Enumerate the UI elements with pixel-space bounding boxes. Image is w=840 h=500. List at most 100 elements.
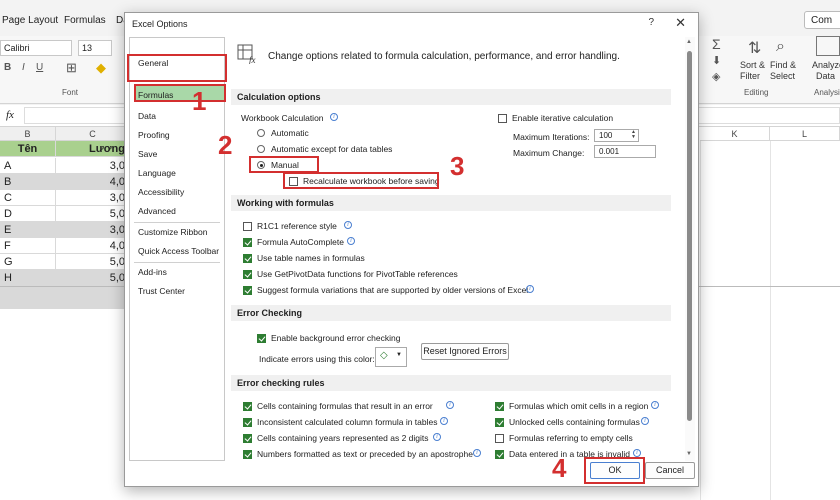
error-rule-checkbox[interactable] — [495, 434, 504, 443]
category-trust-center[interactable]: Trust Center — [138, 286, 185, 296]
table-cell-value[interactable]: 5,0 — [56, 206, 130, 222]
clear-icon[interactable]: ◈ — [712, 70, 720, 83]
max-change-input[interactable]: 0.001 — [594, 145, 656, 158]
header-cell-ten[interactable]: Tên — [0, 141, 56, 157]
find-icon[interactable]: ⌕ — [776, 38, 785, 56]
col-header-k[interactable]: K — [700, 127, 770, 141]
sort-filter-label[interactable]: Sort & — [740, 60, 765, 70]
category-data[interactable]: Data — [138, 111, 156, 121]
info-icon[interactable]: i — [440, 417, 448, 425]
error-rule-checkbox[interactable] — [243, 402, 252, 411]
comments-button[interactable]: Com — [804, 11, 840, 29]
table-cell-value[interactable]: 3,0 — [56, 222, 130, 238]
category-quick-access-toolbar[interactable]: Quick Access Toolbar — [138, 246, 219, 256]
error-rule-checkbox[interactable] — [495, 450, 504, 459]
underline-icon[interactable]: U — [36, 62, 43, 73]
enable-background-error-checking-checkbox[interactable] — [257, 334, 266, 343]
working-formula-checkbox[interactable] — [243, 270, 252, 279]
info-icon[interactable]: i — [633, 449, 641, 457]
category-formulas[interactable]: Formulas — [138, 90, 173, 100]
analyze-label[interactable]: Analyze — [812, 60, 840, 70]
table-cell-value[interactable]: 4,0 — [56, 238, 130, 254]
fill-icon[interactable]: ⬇ — [712, 54, 721, 67]
info-icon[interactable]: i — [641, 417, 649, 425]
info-icon[interactable]: i — [473, 449, 481, 457]
font-name-box[interactable]: Calibri — [0, 40, 72, 56]
radio-automatic[interactable] — [257, 129, 265, 137]
find-select-label[interactable]: Find & — [770, 60, 796, 70]
category-add-ins[interactable]: Add-ins — [138, 267, 167, 277]
col-header-b[interactable]: B — [0, 127, 56, 141]
info-icon[interactable]: i — [651, 401, 659, 409]
fill-color-icon[interactable]: ◆ — [96, 60, 106, 76]
category-customize-ribbon[interactable]: Customize Ribbon — [138, 227, 207, 237]
working-formula-checkbox[interactable] — [243, 286, 252, 295]
analyze-data-icon[interactable] — [816, 36, 840, 56]
table-cell-value[interactable]: 5,0 — [56, 270, 130, 286]
italic-icon[interactable]: I — [22, 62, 25, 73]
table-cell-name[interactable]: D — [0, 206, 56, 222]
table-cell-name[interactable]: E — [0, 222, 56, 238]
reset-ignored-errors-button[interactable]: Reset Ignored Errors — [421, 343, 509, 360]
close-icon[interactable]: ✕ — [675, 15, 686, 31]
table-cell-name[interactable]: C — [0, 190, 56, 206]
borders-icon[interactable]: ⊞ — [66, 60, 77, 76]
sort-filter-label-2[interactable]: Filter — [740, 71, 760, 81]
autosum-icon[interactable]: Σ — [712, 36, 721, 52]
tab-formulas[interactable]: Formulas — [64, 15, 106, 26]
col-header-c[interactable]: C — [56, 127, 130, 141]
error-rule-label: Numbers formatted as text or preceded by… — [257, 449, 473, 459]
font-size-box[interactable]: 13 — [78, 40, 112, 56]
error-rule-checkbox[interactable] — [495, 402, 504, 411]
info-icon[interactable]: i — [347, 237, 355, 245]
table-cell-value[interactable]: 5,0 — [56, 254, 130, 270]
category-proofing[interactable]: Proofing — [138, 130, 170, 140]
error-rule-checkbox[interactable] — [243, 418, 252, 427]
table-cell-value[interactable]: 3,0 — [56, 190, 130, 206]
working-formula-checkbox[interactable] — [243, 222, 252, 231]
col-header-l[interactable]: L — [770, 127, 840, 141]
info-icon[interactable]: i — [446, 401, 454, 409]
table-cell-value[interactable]: 4,0 — [56, 174, 130, 190]
max-iterations-input[interactable]: 100 ▲ ▼ — [594, 129, 639, 142]
max-change-label: Maximum Change: — [513, 148, 585, 158]
analyze-label-2[interactable]: Data — [816, 71, 835, 81]
analysis-group-label: Analysis — [814, 88, 840, 97]
table-cell-name[interactable]: F — [0, 238, 56, 254]
working-formula-label: Suggest formula variations that are supp… — [257, 285, 529, 295]
bold-icon[interactable]: B — [4, 62, 11, 73]
error-color-picker[interactable]: ◇ ▼ — [375, 347, 407, 367]
info-icon[interactable]: i — [344, 221, 352, 229]
scroll-thumb[interactable] — [687, 51, 692, 421]
table-cell-value[interactable]: 3,0 — [56, 158, 130, 174]
table-cell-name[interactable]: G — [0, 254, 56, 270]
table-cell-name[interactable]: B — [0, 174, 56, 190]
error-rule-checkbox[interactable] — [243, 434, 252, 443]
category-advanced[interactable]: Advanced — [138, 206, 176, 216]
radio-automatic-except-tables[interactable] — [257, 145, 265, 153]
error-rule-checkbox[interactable] — [495, 418, 504, 427]
scroll-down-icon[interactable]: ▼ — [686, 451, 692, 457]
find-select-label-2[interactable]: Select — [770, 71, 795, 81]
sort-filter-icon[interactable]: ⇅ — [748, 38, 761, 58]
info-icon[interactable]: i — [526, 285, 534, 293]
header-cell-luong[interactable]: Lương — [56, 141, 130, 157]
comments-label: Com — [811, 15, 833, 26]
tab-page-layout[interactable]: Page Layout — [2, 15, 58, 26]
info-icon[interactable]: i — [433, 433, 441, 441]
table-cell-name[interactable]: A — [0, 158, 56, 174]
table-cell-name[interactable]: H — [0, 270, 56, 286]
iterative-calculation-checkbox[interactable] — [498, 114, 507, 123]
working-formula-checkbox[interactable] — [243, 238, 252, 247]
options-scrollbar[interactable]: ▲ ▼ — [685, 37, 695, 461]
workbook-calc-info-icon[interactable]: i — [330, 113, 338, 121]
working-formula-checkbox[interactable] — [243, 254, 252, 263]
help-icon[interactable]: ? — [648, 17, 654, 28]
error-rule-checkbox[interactable] — [243, 450, 252, 459]
spinner-icon[interactable]: ▲ ▼ — [631, 130, 636, 140]
category-save[interactable]: Save — [138, 149, 157, 159]
cancel-button[interactable]: Cancel — [645, 462, 695, 479]
category-accessibility[interactable]: Accessibility — [138, 187, 184, 197]
category-language[interactable]: Language — [138, 168, 176, 178]
scroll-up-icon[interactable]: ▲ — [686, 39, 692, 45]
